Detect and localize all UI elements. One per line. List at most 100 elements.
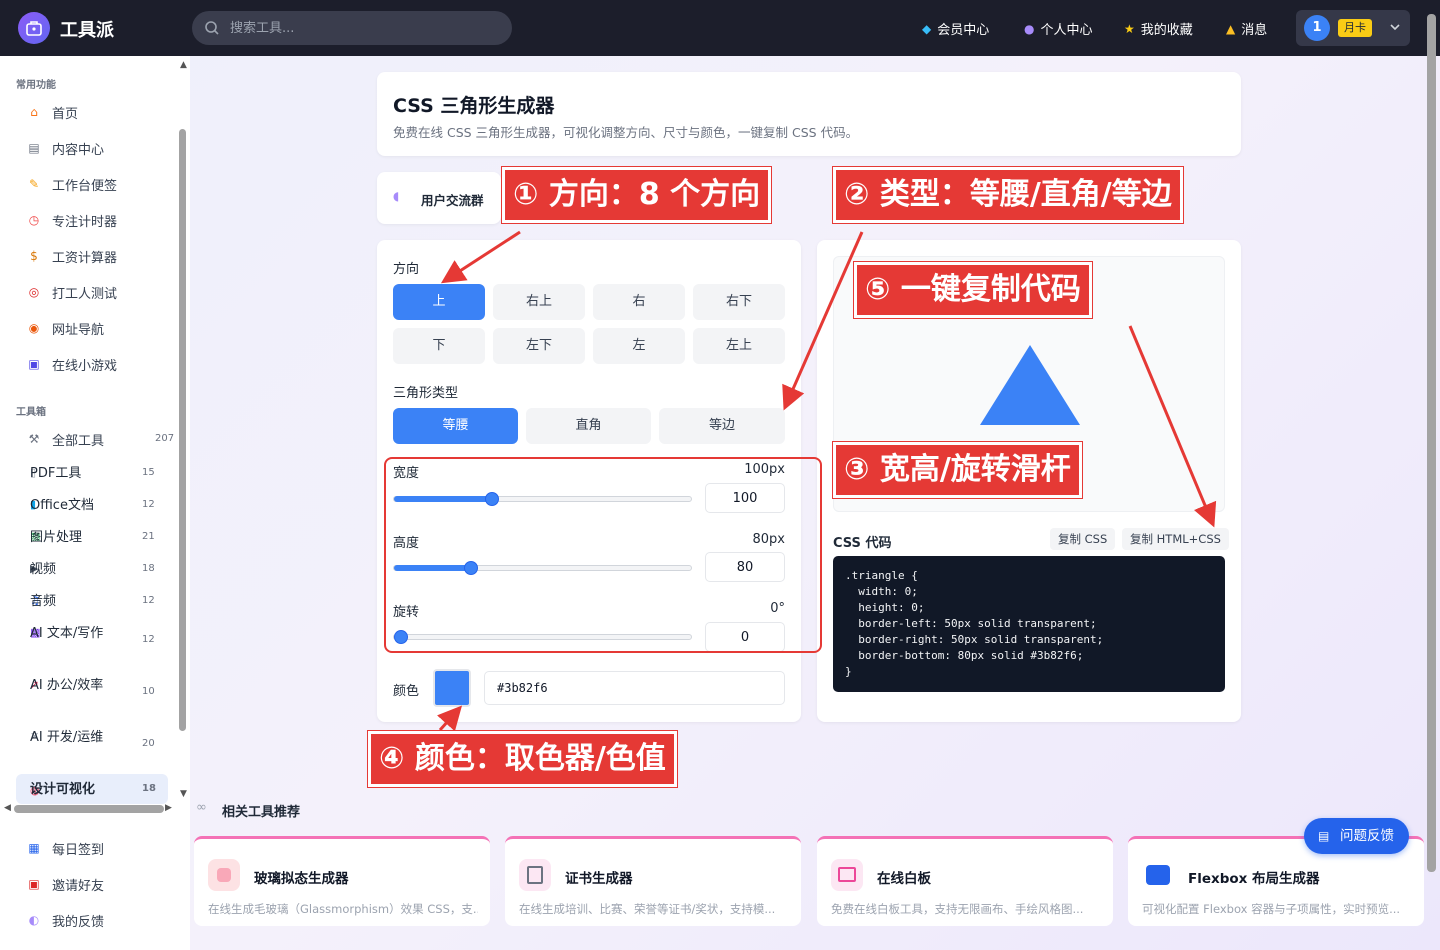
sidebar-item-ai-office[interactable]: ➚ AI 办公/效率 10 (30, 676, 170, 697)
page-scrollbar[interactable] (1427, 14, 1436, 872)
diamond-icon: ◆ (922, 21, 932, 36)
sidebar-item-worker-test[interactable]: ◎ 打工人测试 (16, 277, 168, 307)
sidebar-item-image[interactable]: ▨ 图片处理 21 (30, 528, 170, 545)
membership-badge: 月卡 (1338, 19, 1372, 37)
feedback-button[interactable]: ▤ 问题反馈 (1304, 818, 1409, 854)
direction-up-button[interactable]: 上 (393, 284, 485, 320)
sidebar-item-pdf[interactable]: ▯ PDF工具 15 (30, 464, 170, 481)
sidebar-item-feedback[interactable]: ◐ 我的反馈 (16, 905, 168, 935)
direction-down-button[interactable]: 下 (393, 328, 485, 364)
type-isosceles-button[interactable]: 等腰 (393, 408, 518, 444)
sidebar-item-home[interactable]: ⌂ 首页 (16, 97, 168, 127)
scroll-down-icon[interactable]: ▼ (180, 789, 187, 799)
type-right-button[interactable]: 直角 (526, 408, 651, 444)
document-icon: ▤ (1318, 829, 1330, 843)
sidebar-item-memo[interactable]: ✎ 工作台便签 (16, 169, 168, 199)
scroll-left-icon[interactable]: ◀ (4, 803, 11, 813)
home-icon: ⌂ (30, 105, 38, 119)
search-icon (205, 21, 219, 35)
color-hex-input[interactable] (484, 671, 785, 705)
direction-top-right-button[interactable]: 右上 (493, 284, 585, 320)
sidebar-item-content[interactable]: ▤ 内容中心 (16, 133, 168, 163)
brand-name[interactable]: 工具派 (60, 16, 114, 42)
sidebar-scrollbar[interactable] (179, 129, 186, 731)
sidebar-item-salary[interactable]: $ 工资计算器 (16, 241, 168, 271)
copy-html-css-button[interactable]: 复制 HTML+CSS (1122, 528, 1229, 550)
related-card-whiteboard[interactable]: 在线白板 免费在线白板工具，支持无限画布、手绘风格图... (817, 836, 1113, 926)
calendar-icon: ▦ (28, 841, 40, 855)
money-bag-icon: $ (30, 249, 38, 263)
scroll-right-icon[interactable]: ▶ (165, 803, 172, 813)
direction-left-button[interactable]: 左 (593, 328, 685, 364)
page-description: 免费在线 CSS 三角形生成器，可视化调整方向、尺寸与颜色，一键复制 CSS 代… (393, 125, 859, 140)
sidebar-item-url-nav[interactable]: ◉ 网址导航 (16, 313, 168, 343)
timer-icon: ◷ (28, 213, 40, 227)
page-title: CSS 三角形生成器 (393, 95, 555, 117)
sidebar: 常用功能 ⌂ 首页 ▤ 内容中心 ✎ 工作台便签 ◷ 专注计时器 $ 工资计算器 ◎ 打工人… (0, 56, 190, 950)
nav-vip-center[interactable]: ◆ 会员中心 (922, 19, 989, 39)
nav-messages[interactable]: ▲ 消息 (1226, 19, 1267, 39)
user-icon: ● (1024, 21, 1035, 36)
target-icon: ◎ (28, 285, 40, 299)
sidebar-item-checkin[interactable]: ▦ 每日签到 (16, 833, 168, 863)
sidebar-item-games[interactable]: ▣ 在线小游戏 (16, 349, 168, 379)
annotation-slider: ③ 宽高/旋转滑杆 (833, 442, 1082, 498)
sidebar-item-office[interactable]: ▮ Office文档 12 (30, 496, 170, 513)
whiteboard-icon (831, 859, 863, 891)
triangle-type-label: 三角形类型 (393, 386, 459, 401)
sidebar-item-ai-devops[interactable]: ✕ AI 开发/运维 20 (30, 728, 170, 749)
sidebar-item-design[interactable]: ◍ 设计可视化 18 (16, 774, 168, 804)
section-title-common: 常用功能 (16, 80, 56, 91)
logo-icon[interactable] (18, 12, 50, 44)
scroll-up-icon[interactable]: ▲ (180, 60, 187, 70)
glass-icon (208, 859, 240, 891)
user-menu[interactable]: 1 月卡 (1296, 10, 1410, 46)
bell-icon: ▲ (1226, 21, 1236, 36)
sidebar-hscrollbar[interactable] (14, 805, 164, 813)
all-tools-count: 207 (155, 433, 175, 444)
search-input[interactable] (230, 11, 500, 45)
sidebar-item-ai-writing[interactable]: ▩ AI 文本/写作 12 (30, 624, 170, 645)
sidebar-item-timer[interactable]: ◷ 专注计时器 (16, 205, 168, 235)
search-box[interactable] (192, 11, 512, 45)
color-picker[interactable] (433, 669, 471, 707)
group-chat-button[interactable]: ◖ 用户交流群 (377, 172, 501, 224)
direction-label: 方向 (393, 262, 420, 277)
copy-css-button[interactable]: 复制 CSS (1050, 528, 1116, 550)
direction-top-left-button[interactable]: 左上 (693, 328, 785, 364)
top-bar: 工具派 ◆会员中心 ●个人中心 ★我的收藏 ▲消息 1 月卡 (0, 0, 1440, 56)
speech-bubble-icon: ◐ (28, 913, 40, 927)
css-code-block[interactable]: .triangle { width: 0; height: 0; border-… (833, 556, 1225, 692)
chevron-down-icon (1390, 24, 1400, 31)
related-title: 相关工具推荐 (222, 805, 301, 820)
section-title-toolbox: 工具箱 (16, 407, 46, 418)
direction-right-button[interactable]: 右 (593, 284, 685, 320)
hammer-icon: ⚒ (28, 432, 40, 446)
link-icon: ∞ (196, 800, 207, 815)
sidebar-item-audio[interactable]: ♫ 音频 12 (30, 592, 170, 609)
nav-profile[interactable]: ● 个人中心 (1024, 19, 1093, 39)
direction-bottom-left-button[interactable]: 左下 (493, 328, 585, 364)
flexbox-icon (1142, 859, 1174, 891)
related-card-certificate[interactable]: 证书生成器 在线生成培训、比赛、荣誉等证书/奖状，支持模... (505, 836, 801, 926)
annotation-type: ② 类型：等腰/直角/等边 (833, 167, 1183, 223)
related-card-glass[interactable]: 玻璃拟态生成器 在线生成毛玻璃（Glassmorphism）效果 CSS，支..… (194, 836, 490, 926)
sidebar-item-video[interactable]: ▶ 视频 18 (30, 560, 170, 577)
nav-favorites[interactable]: ★ 我的收藏 (1124, 19, 1193, 39)
news-icon: ▤ (28, 141, 40, 155)
type-equilateral-button[interactable]: 等边 (659, 408, 785, 444)
sidebar-item-all-tools[interactable]: ⚒ 全部工具 (16, 424, 168, 454)
annotation-direction: ① 方向：8 个方向 (502, 167, 772, 223)
sidebar-item-invite[interactable]: ▣ 邀请好友 (16, 869, 168, 899)
avatar: 1 (1304, 15, 1330, 41)
direction-bottom-right-button[interactable]: 右下 (693, 284, 785, 320)
certificate-icon (519, 859, 551, 891)
annotation-copy: ⑤ 一键复制代码 (854, 262, 1092, 318)
gamepad-icon: ▣ (28, 357, 40, 371)
css-code-label: CSS 代码 (833, 536, 892, 551)
gift-icon: ▣ (28, 877, 40, 891)
chat-bubble-icon: ◖ (393, 189, 400, 203)
star-icon: ★ (1124, 21, 1135, 36)
annotation-slider-box (384, 457, 822, 653)
color-label: 颜色 (393, 684, 420, 699)
